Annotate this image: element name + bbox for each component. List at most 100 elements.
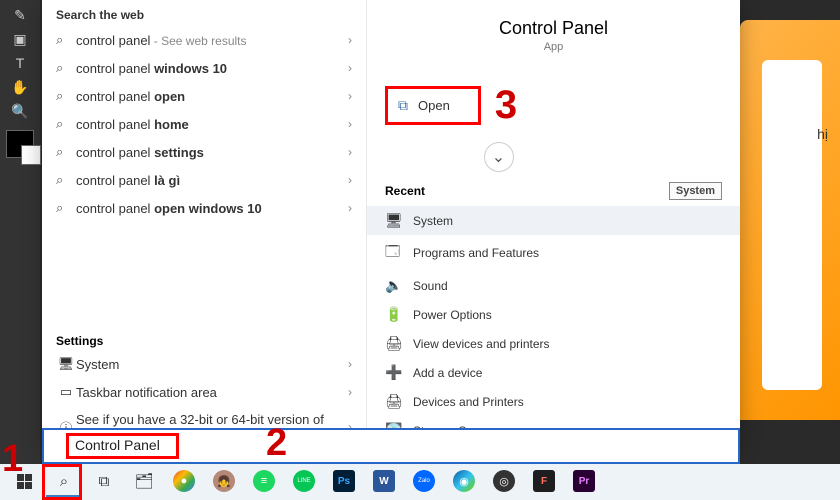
text-icon[interactable]: T <box>6 52 34 74</box>
recent-item-icon: ➕ <box>385 364 403 381</box>
suggestion-text: control panel home <box>76 117 348 132</box>
recent-item-icon: 🖨 <box>385 335 403 352</box>
recent-item-icon: 🗔 <box>385 241 403 265</box>
recent-item-label: View devices and printers <box>413 337 550 351</box>
recent-item-icon: 🖥 <box>385 212 403 229</box>
recent-item[interactable]: 🔈 Sound <box>367 271 740 300</box>
suggestion-text: control panel open <box>76 89 348 104</box>
taskbar-chrome[interactable]: ● <box>166 467 202 497</box>
chevron-right-icon: › <box>348 385 352 399</box>
settings-item-icon: 🖥 <box>56 356 76 372</box>
chevron-right-icon: › <box>348 61 352 75</box>
recent-item-label: Devices and Printers <box>413 395 524 409</box>
search-icon: ⌕ <box>56 172 76 188</box>
expand-button[interactable]: ⌄ <box>484 142 514 172</box>
recent-item-label: Sound <box>413 279 448 293</box>
search-input[interactable]: Control Panel <box>75 437 160 453</box>
suggestion-text: control panel là gì <box>76 173 348 188</box>
suggestion-item[interactable]: ⌕ control panel home › <box>42 110 366 138</box>
recent-item[interactable]: 🖨 Devices and Printers <box>367 387 740 416</box>
suggestion-item[interactable]: ⌕ control panel open › <box>42 82 366 110</box>
recent-item-label: Power Options <box>413 308 492 322</box>
chevron-right-icon: › <box>348 357 352 371</box>
search-results-panel: Search the web ⌕ control panel - See web… <box>42 0 740 448</box>
recent-item[interactable]: 🖨 View devices and printers <box>367 329 740 358</box>
taskbar: ⌕⧉🗂●👧≡LINEPsWZalo◉◎FPr <box>0 464 840 500</box>
taskbar-spotify[interactable]: ≡ <box>246 467 282 497</box>
background-card <box>762 60 822 390</box>
search-icon: ⌕ <box>56 116 76 132</box>
chevron-right-icon: › <box>348 145 352 159</box>
details-column: Control Panel App ⧉ Open 3 ⌄ Recent Syst… <box>367 0 740 448</box>
recent-item[interactable]: ➕ Add a device <box>367 358 740 387</box>
suggestion-item[interactable]: ⌕ control panel - See web results › <box>42 26 366 54</box>
search-icon: ⌕ <box>56 60 76 76</box>
bg-text: hị <box>817 126 828 142</box>
recent-item-icon: 🔋 <box>385 306 403 323</box>
annotation-2: 2 <box>266 422 287 465</box>
search-icon: ⌕ <box>56 144 76 160</box>
taskbar-figma[interactable]: F <box>526 467 562 497</box>
annotation-1: 1 <box>2 438 23 481</box>
search-icon: ⌕ <box>56 200 76 216</box>
taskbar-line[interactable]: LINE <box>286 467 322 497</box>
crop-icon[interactable]: ▣ <box>6 28 34 50</box>
system-tooltip: System <box>669 182 722 200</box>
recent-header: Recent <box>385 184 425 198</box>
web-header: Search the web <box>42 0 366 26</box>
suggestion-text: control panel windows 10 <box>76 61 348 76</box>
taskbar-pr[interactable]: Pr <box>566 467 602 497</box>
recent-item-label: Programs and Features <box>413 246 539 260</box>
recent-list: 🖥 System🗔 Programs and Features🔈 Sound🔋 … <box>367 200 740 445</box>
taskbar-explorer[interactable]: 🗂 <box>126 467 162 497</box>
brush-icon[interactable]: ✎ <box>6 4 34 26</box>
taskbar-word[interactable]: W <box>366 467 402 497</box>
suggestion-list: ⌕ control panel - See web results ›⌕ con… <box>42 26 366 326</box>
search-button-highlight <box>42 464 82 500</box>
search-box[interactable]: Control Panel <box>42 428 740 464</box>
chevron-right-icon: › <box>348 117 352 131</box>
settings-item[interactable]: 🖥 System › <box>42 350 366 378</box>
open-icon: ⧉ <box>398 97 408 114</box>
search-icon: ⌕ <box>56 88 76 104</box>
settings-item[interactable]: ▭ Taskbar notification area › <box>42 378 366 406</box>
ps-toolbar: ✎ ▣ T ✋ 🔍 <box>0 0 40 500</box>
taskbar-zalo[interactable]: Zalo <box>406 467 442 497</box>
chevron-right-icon: › <box>348 173 352 187</box>
taskbar-taskview[interactable]: ⧉ <box>86 467 122 497</box>
hand-icon[interactable]: ✋ <box>6 76 34 98</box>
recent-item[interactable]: 🔋 Power Options <box>367 300 740 329</box>
suggestion-item[interactable]: ⌕ control panel open windows 10 › <box>42 194 366 222</box>
taskbar-avatar[interactable]: 👧 <box>206 467 242 497</box>
suggestion-item[interactable]: ⌕ control panel là gì › <box>42 166 366 194</box>
app-title: Control Panel <box>499 18 608 39</box>
suggestion-text: control panel open windows 10 <box>76 201 348 216</box>
open-button[interactable]: ⧉ Open <box>385 86 481 125</box>
recent-item-icon: 🖨 <box>385 393 403 410</box>
suggestion-item[interactable]: ⌕ control panel settings › <box>42 138 366 166</box>
settings-item-icon: ▭ <box>56 384 76 400</box>
search-input-highlight: Control Panel <box>66 433 179 459</box>
search-icon: ⌕ <box>56 32 76 48</box>
chevron-right-icon: › <box>348 89 352 103</box>
chevron-right-icon: › <box>348 201 352 215</box>
suggestions-column: Search the web ⌕ control panel - See web… <box>42 0 367 448</box>
chevron-right-icon: › <box>348 33 352 47</box>
taskbar-ps[interactable]: Ps <box>326 467 362 497</box>
suggestion-item[interactable]: ⌕ control panel windows 10 › <box>42 54 366 82</box>
color-swatch[interactable] <box>6 130 34 158</box>
recent-item-label: System <box>413 214 453 228</box>
open-label: Open <box>418 98 450 113</box>
recent-item-label: Add a device <box>413 366 482 380</box>
settings-header: Settings <box>42 326 366 350</box>
recent-item-icon: 🔈 <box>385 277 403 294</box>
taskbar-obs[interactable]: ◎ <box>486 467 522 497</box>
zoom-icon[interactable]: 🔍 <box>6 100 34 122</box>
taskbar-edge[interactable]: ◉ <box>446 467 482 497</box>
recent-item[interactable]: 🖥 System <box>367 206 740 235</box>
suggestion-text: control panel settings <box>76 145 348 160</box>
settings-item-label: Taskbar notification area <box>76 385 348 400</box>
suggestion-text: control panel - See web results <box>76 33 348 48</box>
recent-item[interactable]: 🗔 Programs and Features <box>367 235 740 271</box>
app-subtitle: App <box>544 41 564 53</box>
